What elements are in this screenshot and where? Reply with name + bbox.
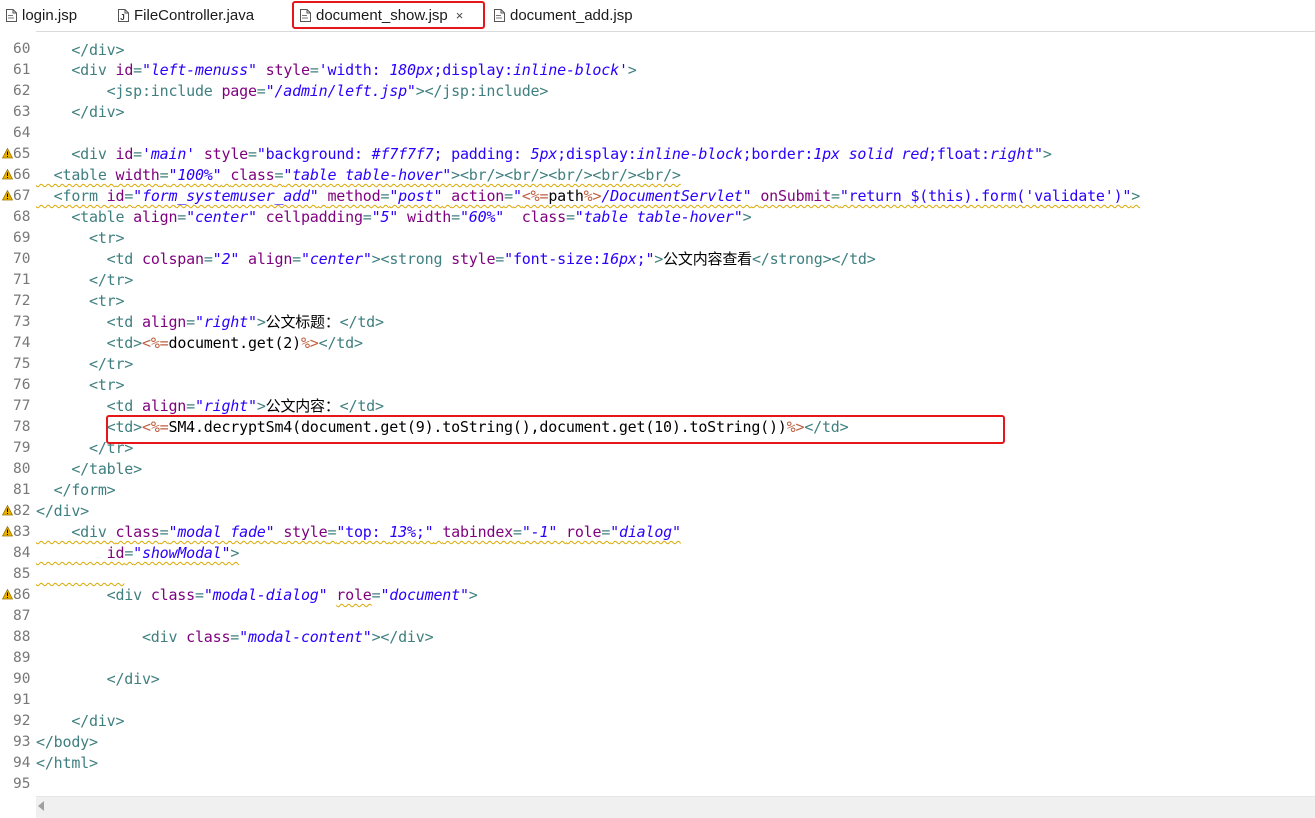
line-number: 90: [13, 671, 31, 687]
scrollbar-corner: [0, 796, 36, 817]
code-text: </html>: [36, 754, 98, 772]
line-number: 73: [13, 314, 31, 330]
code-text: </tr>: [36, 271, 134, 289]
code-text: </div>: [36, 103, 125, 121]
code-text: <div id="left-menuss" style='width: 180p…: [36, 61, 637, 79]
scroll-left-arrow-icon[interactable]: [38, 801, 44, 811]
code-text: </body>: [36, 733, 98, 751]
code-text: id="showModal">: [106, 544, 240, 562]
code-text: </div>: [36, 502, 89, 520]
warning-icon[interactable]: [2, 190, 13, 201]
warning-icon[interactable]: [2, 148, 13, 159]
warning-icon[interactable]: [2, 505, 13, 516]
code-text: </div>: [36, 41, 125, 59]
line-number: 95: [13, 776, 31, 792]
line-number: 82: [13, 503, 31, 519]
code-text: <td><%=document.get(2)%></td>: [36, 334, 363, 352]
line-number: 61: [13, 62, 31, 78]
line-number: 71: [13, 272, 31, 288]
code-text: <div id='main' style="background: #f7f7f…: [36, 145, 1052, 163]
line-number: 77: [13, 398, 31, 414]
line-number: 70: [13, 251, 31, 267]
line-number: 72: [13, 293, 31, 309]
code-text: <tr>: [36, 376, 125, 394]
line-number: 91: [13, 692, 31, 708]
line-number: 89: [13, 650, 31, 666]
jsp-file-icon: [494, 9, 505, 22]
line-number: 74: [13, 335, 31, 351]
line-number: 75: [13, 356, 31, 372]
warning-icon[interactable]: [2, 589, 13, 600]
code-text: <tr>: [36, 229, 125, 247]
line-number: 86: [13, 587, 31, 603]
line-number: 87: [13, 608, 31, 624]
highlighted-code-line: [106, 415, 1005, 444]
warning-icon[interactable]: [2, 526, 13, 537]
tab-filecontroller-java[interactable]: J FileController.java: [118, 0, 254, 31]
code-text: </form>: [36, 481, 116, 499]
line-number: 64: [13, 125, 31, 141]
code-text: </table>: [36, 460, 142, 478]
jsp-file-icon: [6, 9, 17, 22]
code-text: <form id="form_systemuser_add" method="p…: [36, 187, 1141, 205]
tab-document-add-jsp[interactable]: document_add.jsp: [494, 0, 633, 31]
code-text: <table align="center" cellpadding="5" wi…: [36, 208, 752, 226]
code-text: <div class="modal-content"></div>: [36, 628, 434, 646]
tab-label: FileController.java: [134, 7, 255, 24]
line-number: 76: [13, 377, 31, 393]
code-text: <jsp:include page="/admin/left.jsp"></js…: [36, 82, 549, 100]
line-number: 83: [13, 524, 31, 540]
code-text: <td colspan="2" align="center"><strong s…: [36, 250, 876, 268]
line-number: 65: [13, 146, 31, 162]
code-text: <div class="modal fade" style="top: 13%;…: [36, 523, 681, 541]
line-number: 88: [13, 629, 31, 645]
line-number: 68: [13, 209, 31, 225]
editor-tab-bar: login.jsp J FileController.java document…: [0, 0, 1315, 32]
tab-label: login.jsp: [22, 7, 78, 24]
line-number: 63: [13, 104, 31, 120]
java-file-icon: J: [118, 9, 129, 22]
line-number: 93: [13, 734, 31, 750]
code-text: </tr>: [36, 355, 134, 373]
line-number: 81: [13, 482, 31, 498]
tab-login-jsp[interactable]: login.jsp: [6, 0, 77, 31]
svg-text:J: J: [120, 13, 124, 22]
line-number: 92: [13, 713, 31, 729]
line-number: 60: [13, 41, 31, 57]
line-number: 85: [13, 566, 31, 582]
line-number: 78: [13, 419, 31, 435]
tab-label: document_add.jsp: [510, 7, 633, 24]
code-text: </div>: [36, 670, 160, 688]
line-number: 67: [13, 188, 31, 204]
line-number: 66: [13, 167, 31, 183]
horizontal-scrollbar[interactable]: [36, 796, 1315, 818]
line-number: 94: [13, 755, 31, 771]
line-number: 80: [13, 461, 31, 477]
code-text: <table width="100%" class="table table-h…: [36, 166, 681, 184]
active-tab-highlight: [292, 1, 485, 29]
warning-icon[interactable]: [2, 169, 13, 180]
code-text: <td align="right">公文内容：</td>: [36, 397, 384, 415]
code-text: <div class="modal-dialog" role="document…: [36, 586, 478, 604]
line-number: 84: [13, 545, 31, 561]
code-text: <tr>: [36, 292, 125, 310]
line-number: 79: [13, 440, 31, 456]
code-text: <td align="right">公文标题：</td>: [36, 313, 384, 331]
line-number: 69: [13, 230, 31, 246]
code-editor[interactable]: </div> 60 61 <div id="left-menuss" style=…: [0, 31, 1315, 795]
line-number: 62: [13, 83, 31, 99]
code-text: </div>: [36, 712, 125, 730]
